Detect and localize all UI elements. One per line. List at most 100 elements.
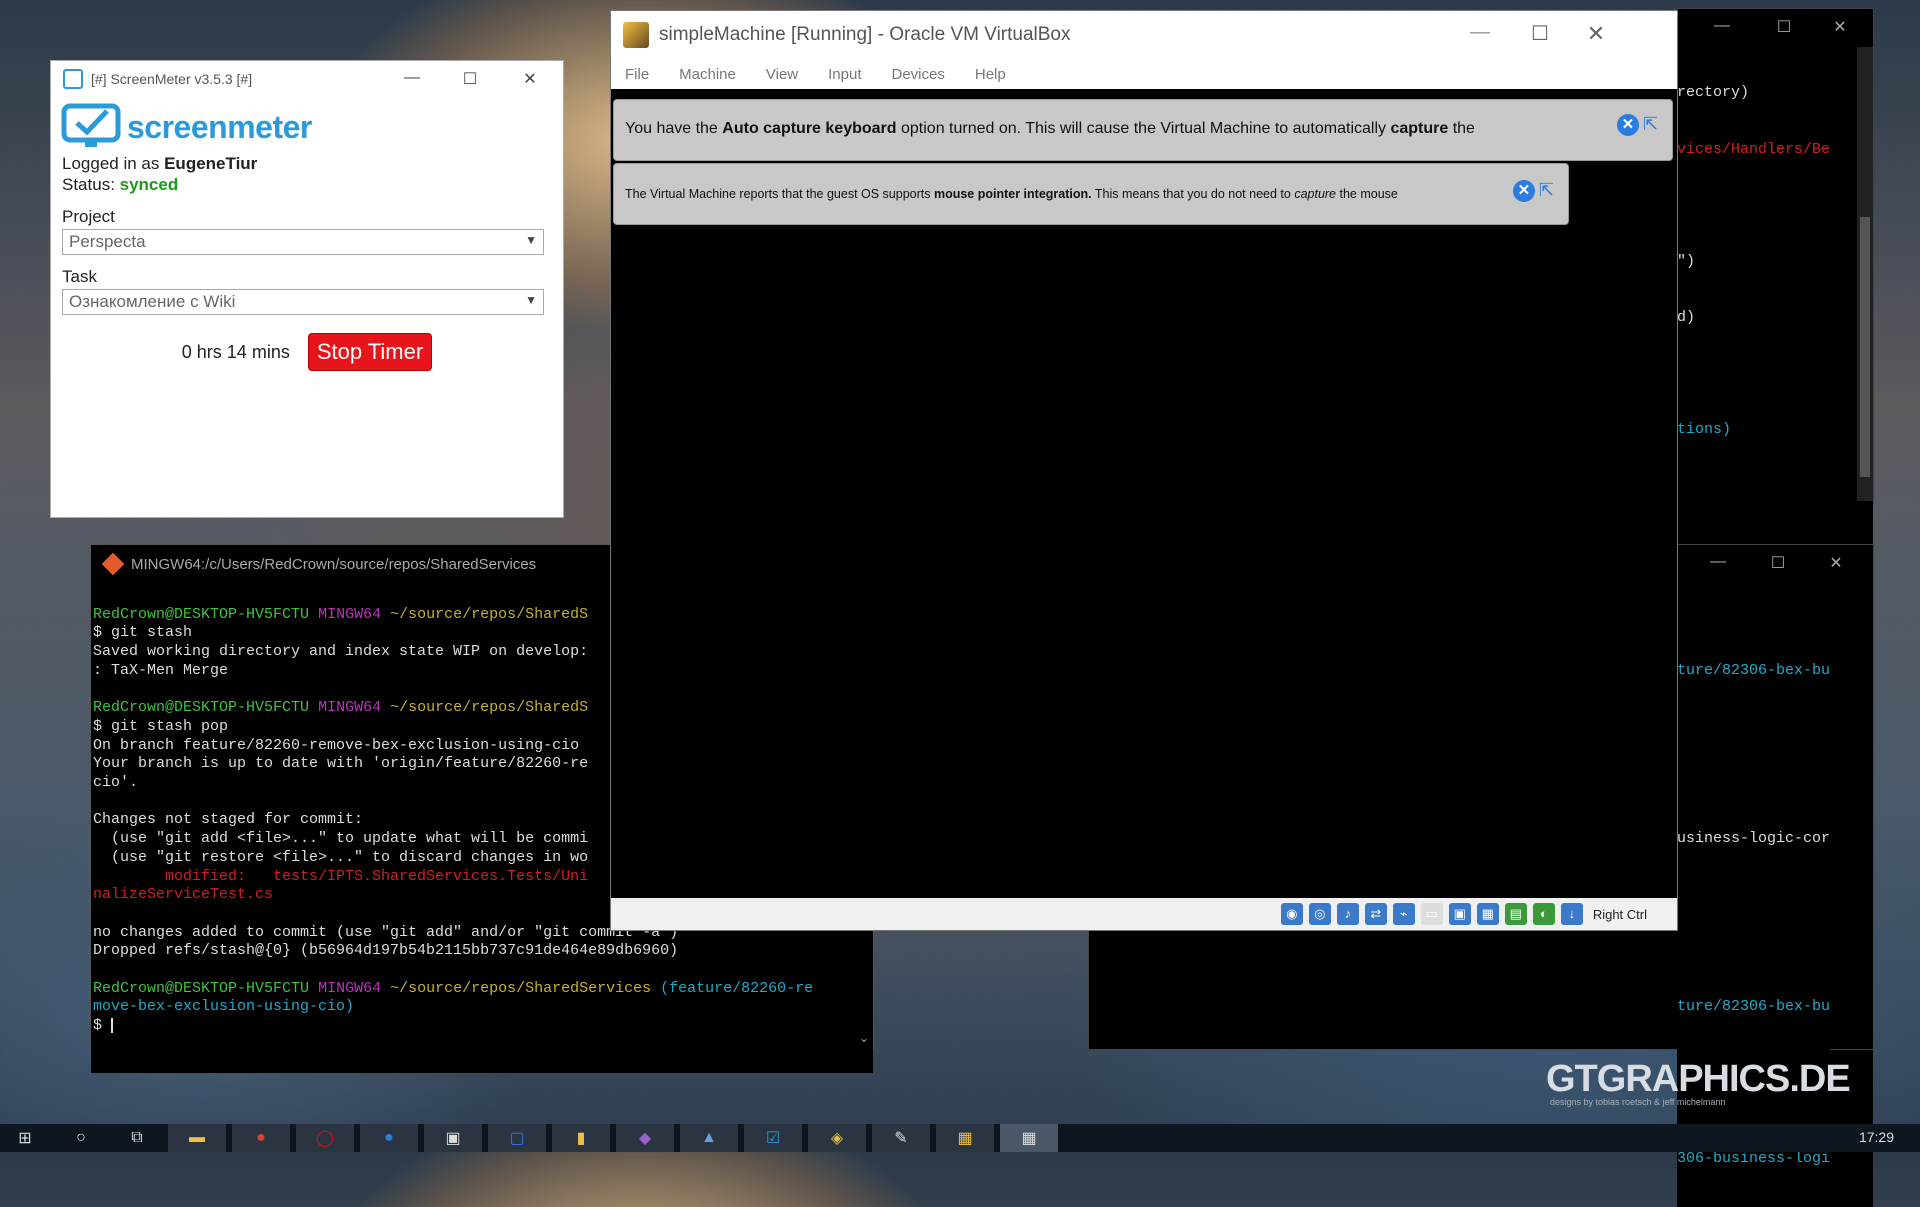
terminal-line: ture/82306-bex-bu: [1677, 662, 1831, 679]
git-icon: [101, 552, 125, 576]
terminal-line: usiness-logic-cor: [1677, 830, 1831, 847]
menu-help[interactable]: Help: [975, 66, 1006, 83]
project-select[interactable]: Perspecta ▼: [62, 229, 544, 255]
keyboard-capture-icon[interactable]: ↓: [1560, 903, 1583, 925]
logo-wordmark: screenmeter: [127, 108, 312, 145]
terminal-line: d): [1677, 308, 1696, 326]
menu-input[interactable]: Input: [828, 66, 861, 83]
hard-disk-icon[interactable]: ◉: [1280, 903, 1303, 925]
close-button[interactable]: ✕: [1821, 553, 1851, 573]
terminal-line: "): [1677, 252, 1696, 270]
cpu-icon[interactable]: ▤: [1504, 903, 1527, 925]
monitor-check-icon: [61, 103, 121, 147]
usb-icon[interactable]: ⌁: [1392, 903, 1415, 925]
elapsed-time: 0 hrs 14 mins: [181, 341, 290, 362]
app-icon[interactable]: ▣: [424, 1124, 482, 1152]
display-icon[interactable]: ▣: [1448, 903, 1471, 925]
prompt-host: MINGW64: [318, 699, 382, 717]
screenmeter-taskbar-icon[interactable]: ☑: [744, 1124, 802, 1152]
project-label: Project: [62, 207, 115, 226]
terminal-window-top-right[interactable]: — ☐ ✕ rectory) vices/Handlers/Be ") d) t…: [1676, 8, 1874, 1207]
minimize-button[interactable]: —: [1707, 17, 1737, 35]
menu-machine[interactable]: Machine: [679, 66, 736, 83]
menu-view[interactable]: View: [766, 66, 798, 83]
project-value: Perspecta: [69, 232, 146, 251]
dont-show-again-icon[interactable]: ⇱: [1539, 180, 1554, 202]
task-select[interactable]: Ознакомление с Wiki ▼: [62, 289, 544, 315]
prompt-path: ~/source/repos/SharedServices: [390, 979, 652, 997]
terminal-line: rectory): [1677, 84, 1750, 102]
close-button[interactable]: ✕: [515, 69, 545, 89]
screenmeter-icon: [63, 69, 83, 89]
screenmeter-window[interactable]: [#] ScreenMeter v3.5.3 [#] — ☐ ✕ screenm…: [50, 60, 564, 518]
prompt-path: ~/source/repos/SharedS: [390, 605, 589, 623]
terminal-line: tions): [1677, 421, 1732, 439]
close-notice-icon[interactable]: ✕: [1616, 114, 1639, 136]
mouse-integration-icon[interactable]: ◐: [1532, 903, 1555, 925]
prompt-host: MINGW64: [318, 979, 382, 997]
close-button[interactable]: ✕: [1581, 21, 1611, 47]
search-icon[interactable]: ○: [56, 1124, 106, 1152]
video-capture-icon[interactable]: ▦: [1476, 903, 1499, 925]
app-icon[interactable]: ◈: [808, 1124, 866, 1152]
opera-icon[interactable]: ◯: [296, 1124, 354, 1152]
scrollbar[interactable]: [1857, 47, 1873, 501]
stop-timer-button[interactable]: Stop Timer: [307, 333, 433, 371]
virtualbox-titlebar: simpleMachine [Running] - Oracle VM Virt…: [611, 11, 1677, 59]
screenmeter-titlebar: [#] ScreenMeter v3.5.3 [#] — ☐ ✕: [51, 61, 563, 97]
close-notice-icon[interactable]: ✕: [1512, 180, 1535, 202]
mouse-integration-notice: The Virtual Machine reports that the gue…: [613, 163, 1569, 225]
optical-drive-icon[interactable]: ◎: [1308, 903, 1331, 925]
terminal-input-line[interactable]: $: [93, 1017, 873, 1036]
chat-icon[interactable]: ▢: [488, 1124, 546, 1152]
vm-status-bar: ◉ ◎ ♪ ⇄ ⌁ ▭ ▣ ▦ ▤ ◐ ↓ Right Ctrl: [611, 898, 1677, 930]
app-icon[interactable]: ✎: [872, 1124, 930, 1152]
chrome-icon[interactable]: ●: [232, 1124, 290, 1152]
visual-studio-icon[interactable]: ◆: [616, 1124, 674, 1152]
scrollbar-thumb[interactable]: [1860, 217, 1870, 477]
maximize-button[interactable]: ☐: [1769, 17, 1799, 37]
menu-bar: File Machine View Input Devices Help: [611, 59, 1677, 89]
window-title: [#] ScreenMeter v3.5.3 [#]: [91, 71, 253, 87]
virtualbox-vm-taskbar-icon[interactable]: ▦: [1000, 1124, 1058, 1152]
virtualbox-taskbar-icon[interactable]: ▦: [936, 1124, 994, 1152]
prompt-host: MINGW64: [318, 605, 382, 623]
prompt-user: RedCrown@DESKTOP-HV5FCTU: [93, 979, 310, 997]
maximize-button[interactable]: ☐: [1525, 21, 1555, 46]
maximize-button[interactable]: ☐: [1763, 553, 1793, 573]
terminal-line: RedCrown@DESKTOP-HV5FCTU MINGW64 ~/sourc…: [93, 980, 873, 999]
close-button[interactable]: ✕: [1825, 17, 1855, 37]
window-title: simpleMachine [Running] - Oracle VM Virt…: [659, 24, 1071, 45]
shared-folders-icon[interactable]: ▭: [1420, 903, 1443, 925]
minimize-button[interactable]: —: [397, 69, 427, 87]
task-view-icon[interactable]: ⧉: [112, 1124, 162, 1152]
dont-show-again-icon[interactable]: ⇱: [1643, 114, 1658, 136]
virtualbox-window[interactable]: simpleMachine [Running] - Oracle VM Virt…: [610, 10, 1678, 931]
taskbar: ⊞ ○ ⧉ ▬ ● ◯ ● ▣ ▢ ▮ ◆ ▲ ☑ ◈ ✎ ▦ ▦ 17:29: [0, 1124, 1920, 1152]
username: EugeneTiur: [164, 154, 258, 173]
auto-capture-notice: You have the Auto capture keyboard optio…: [613, 99, 1673, 161]
minimize-button[interactable]: —: [1465, 21, 1495, 44]
folder-icon[interactable]: ▮: [552, 1124, 610, 1152]
cursor: [111, 1017, 114, 1033]
app-icon[interactable]: ▲: [680, 1124, 738, 1152]
maximize-button[interactable]: ☐: [455, 69, 485, 89]
menu-devices[interactable]: Devices: [892, 66, 945, 83]
virtualbox-icon: [623, 22, 649, 48]
menu-file[interactable]: File: [625, 66, 649, 83]
terminal-line: Dropped refs/stash@{0} (b56964d197b54b21…: [93, 942, 679, 960]
notice-text: The Virtual Machine reports that the gue…: [625, 187, 1398, 201]
app-icon[interactable]: ●: [360, 1124, 418, 1152]
network-icon[interactable]: ⇄: [1364, 903, 1387, 925]
clock[interactable]: 17:29: [1859, 1129, 1894, 1145]
minimize-button[interactable]: —: [1703, 553, 1733, 571]
scroll-down-arrow[interactable]: ⌄: [859, 1031, 869, 1045]
audio-icon[interactable]: ♪: [1336, 903, 1359, 925]
start-button[interactable]: ⊞: [0, 1124, 50, 1152]
file-explorer-icon[interactable]: ▬: [168, 1124, 226, 1152]
